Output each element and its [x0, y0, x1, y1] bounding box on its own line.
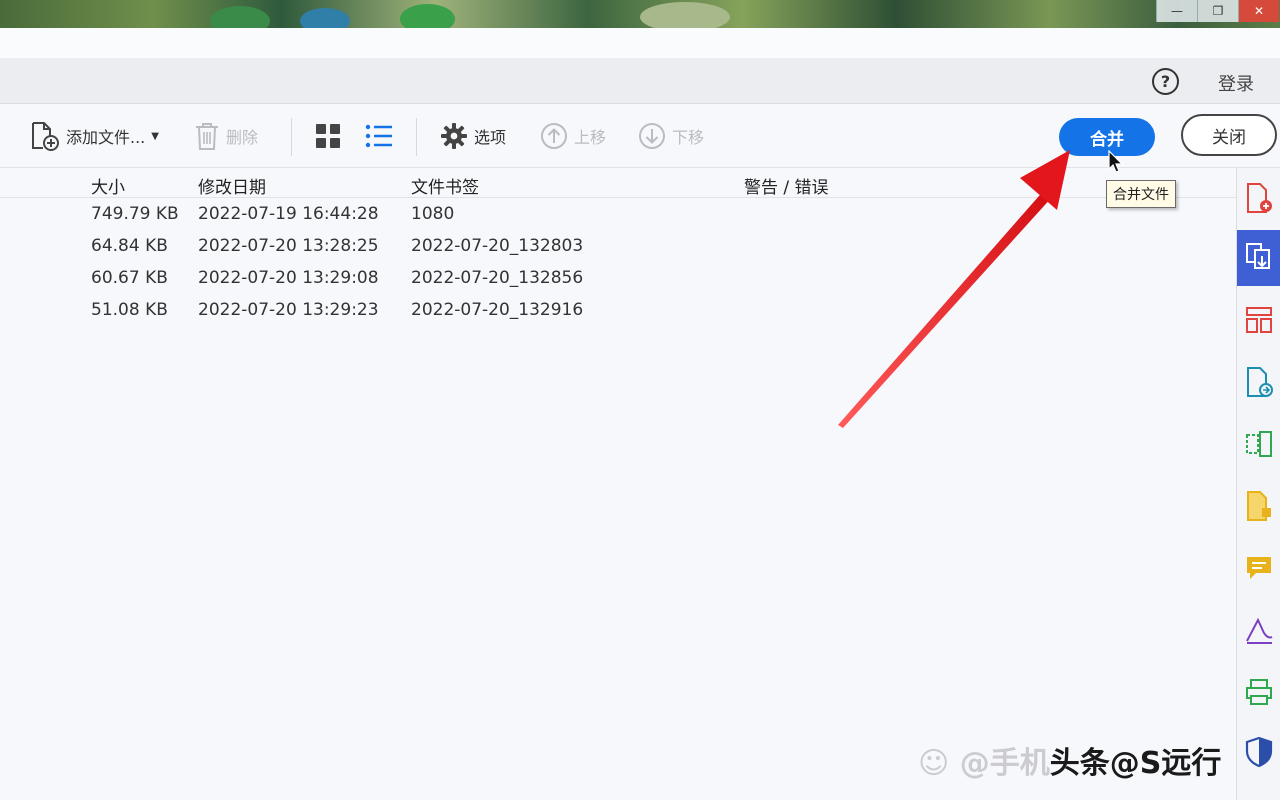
app-header: ? 登录 [0, 58, 1280, 104]
file-size: 60.67 KB [91, 268, 168, 288]
rail-item-edit-pdf[interactable] [1237, 416, 1280, 472]
table-row[interactable]: 51.08 KB 2022-07-20 13:29:23 2022-07-20_… [0, 296, 1236, 328]
login-link[interactable]: 登录 [1218, 70, 1254, 96]
add-files-button[interactable]: 添加文件... ▼ [28, 120, 159, 152]
mouse-cursor-icon [1108, 150, 1124, 173]
file-modified: 2022-07-19 16:44:28 [198, 204, 379, 224]
column-header-size[interactable]: 大小 [91, 173, 125, 198]
rail-item-scan[interactable] [1237, 664, 1280, 720]
table-row[interactable]: 749.79 KB 2022-07-19 16:44:28 1080 [0, 200, 1236, 232]
organize-pages-icon [1246, 307, 1272, 333]
watermark: ☺ @手机头条@S远行 [918, 738, 1221, 782]
gear-icon [441, 123, 467, 149]
toolbar-divider [291, 118, 292, 156]
options-button[interactable]: 选项 [440, 120, 506, 152]
rail-item-comment[interactable] [1237, 540, 1280, 596]
file-bookmark: 2022-07-20_132803 [411, 236, 584, 256]
file-size: 749.79 KB [91, 204, 179, 224]
column-header-bookmark[interactable]: 文件书签 [411, 173, 479, 198]
merge-button[interactable]: 合并 [1059, 118, 1155, 156]
column-header-modified[interactable]: 修改日期 [198, 173, 266, 198]
minimize-button[interactable]: — [1156, 0, 1197, 22]
toolbar-divider [416, 118, 417, 156]
file-modified: 2022-07-20 13:29:23 [198, 300, 379, 320]
export-pdf-icon [1247, 367, 1273, 397]
signature-icon [1246, 617, 1273, 644]
rail-item-export-pdf[interactable] [1237, 354, 1280, 410]
file-bookmark: 2022-07-20_132856 [411, 268, 584, 288]
table-row[interactable]: 60.67 KB 2022-07-20 13:29:08 2022-07-20_… [0, 264, 1236, 296]
move-up-label: 上移 [574, 128, 607, 147]
rail-item-protect[interactable] [1237, 724, 1280, 780]
protect-icon [1245, 736, 1273, 768]
watermark-strong: 头条@S远行 [1049, 746, 1222, 781]
rail-item-create-pdf[interactable] [1237, 170, 1280, 226]
tools-rail [1236, 168, 1280, 800]
watermark-faded: ☺ @手机 [918, 746, 1050, 781]
combine-files-icon [1246, 243, 1270, 269]
list-view-button[interactable] [365, 120, 393, 152]
move-down-label: 下移 [672, 128, 705, 147]
grid-view-button[interactable] [315, 120, 341, 152]
create-pdf-icon [1247, 183, 1272, 213]
help-button[interactable]: ? [1152, 68, 1179, 95]
file-modified: 2022-07-20 13:29:08 [198, 268, 379, 288]
restore-button[interactable]: ❐ [1197, 0, 1238, 22]
rail-item-signature[interactable] [1237, 602, 1280, 658]
scan-icon [1246, 679, 1272, 705]
menu-bar-area [0, 28, 1280, 58]
arrow-down-circle-icon [639, 123, 665, 149]
fill-sign-icon [1247, 491, 1271, 521]
file-bookmark: 1080 [411, 204, 455, 224]
trash-icon [196, 123, 218, 150]
move-down-button[interactable]: 下移 [638, 120, 704, 152]
grid-view-icon [316, 124, 340, 148]
window-close-button[interactable]: ✕ [1238, 0, 1279, 22]
file-bookmark: 2022-07-20_132916 [411, 300, 584, 320]
comment-icon [1247, 557, 1271, 579]
file-size: 64.84 KB [91, 236, 168, 256]
edit-pdf-icon [1246, 431, 1272, 457]
list-view-icon [365, 124, 392, 148]
file-modified: 2022-07-20 13:28:25 [198, 236, 379, 256]
file-size: 51.08 KB [91, 300, 168, 320]
help-icon: ? [1160, 72, 1171, 91]
rail-item-fill-sign[interactable] [1237, 478, 1280, 534]
options-label: 选项 [474, 128, 507, 147]
move-up-button[interactable]: 上移 [540, 120, 606, 152]
delete-label: 删除 [226, 128, 259, 147]
column-header-warnings[interactable]: 警告 / 错误 [744, 173, 829, 198]
arrow-up-circle-icon [541, 123, 567, 149]
rail-item-combine-files[interactable] [1237, 230, 1280, 286]
add-file-icon [32, 122, 59, 151]
delete-button[interactable]: 删除 [194, 120, 258, 152]
file-table-header: 大小 修改日期 文件书签 警告 / 错误 [0, 168, 1236, 198]
desktop-wallpaper: — ❐ ✕ [0, 0, 1280, 36]
close-button[interactable]: 关闭 [1181, 114, 1277, 156]
rail-item-organize-pages[interactable] [1237, 292, 1280, 348]
table-row[interactable]: 64.84 KB 2022-07-20 13:28:25 2022-07-20_… [0, 232, 1236, 264]
merge-tooltip: 合并文件 [1106, 180, 1176, 208]
window-controls: — ❐ ✕ [1156, 0, 1280, 22]
add-files-label: 添加文件... [66, 128, 146, 147]
chevron-down-icon[interactable]: ▼ [151, 131, 159, 142]
